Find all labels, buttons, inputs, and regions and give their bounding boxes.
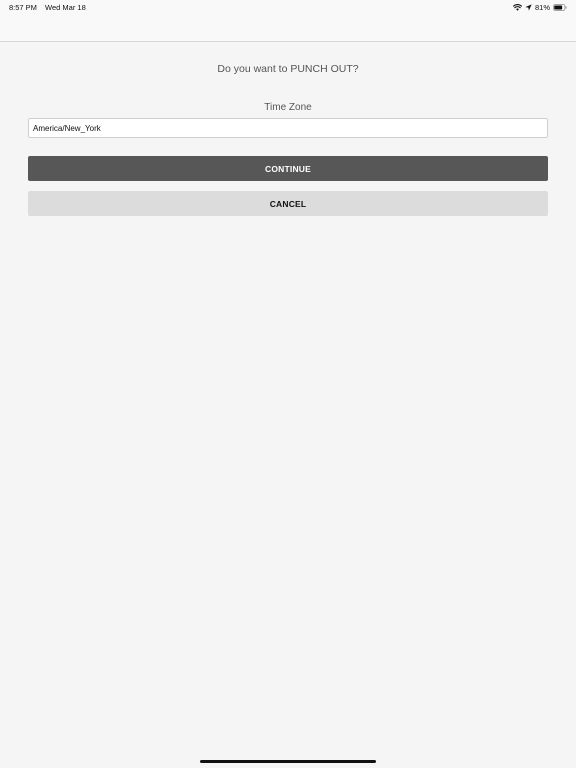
status-bar: 8:57 PM Wed Mar 18 81% — [0, 0, 576, 14]
battery-percent: 81% — [534, 2, 550, 12]
status-date: Wed Mar 18 — [45, 2, 86, 12]
status-right: 81% — [512, 2, 567, 12]
timezone-input[interactable] — [28, 118, 548, 138]
punch-out-prompt: Do you want to PUNCH OUT? — [217, 63, 359, 75]
continue-button[interactable]: CONTINUE — [28, 156, 548, 181]
wifi-icon — [512, 3, 522, 11]
status-left: 8:57 PM Wed Mar 18 — [9, 3, 92, 12]
home-indicator[interactable] — [200, 760, 376, 763]
timezone-label: Time Zone — [264, 102, 312, 113]
status-time: 8:57 PM — [9, 2, 37, 12]
battery-icon — [553, 3, 567, 11]
cancel-button[interactable]: CANCEL — [28, 191, 548, 216]
location-arrow-icon — [525, 3, 532, 11]
